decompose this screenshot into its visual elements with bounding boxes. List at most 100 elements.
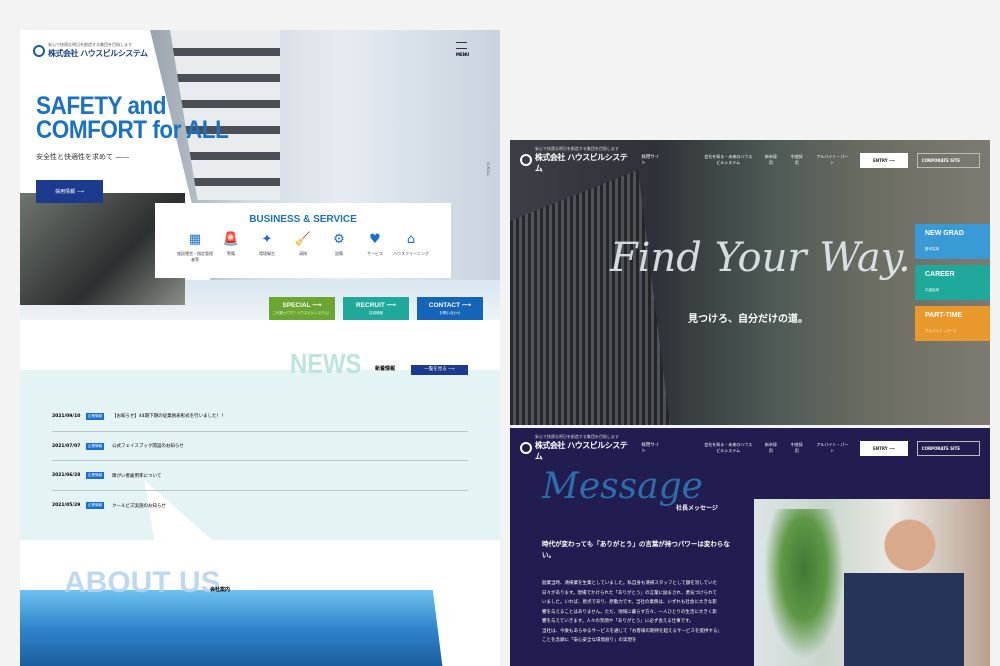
news-text[interactable]: 【お知らせ】44期下期の従業員表彰式を行いました！！ (112, 413, 226, 419)
business-item[interactable]: ✦ 環境衛生 (249, 232, 285, 263)
entry-button[interactable]: ENTRY ⟶ (860, 152, 908, 168)
business-item-label: 設備 (335, 251, 343, 256)
scroll-label[interactable]: SCROLL (486, 162, 490, 176)
menu-button[interactable]: MENU (456, 42, 469, 57)
recruit-site-hero-mockup: 安心で快適な明日を創造する集団を目指します 株式会社 ハウスビルシステム 採用サイ… (510, 140, 990, 425)
logo-mark-icon (520, 442, 532, 454)
recruit-info-button[interactable]: 採用情報 ⟶ (36, 180, 103, 203)
gear-icon: ⚙ (333, 232, 345, 247)
message-lead: 時代が変わっても「ありがとう」の言葉が持つパワーは変わらない。 (542, 540, 730, 559)
nav-career[interactable]: 中途採用 (789, 154, 805, 166)
news-text[interactable]: クールビズ実施のお知らせ (112, 503, 166, 509)
cta-sub: これ知ってた？ハウスビルシステム！ (272, 311, 332, 315)
business-item-label: 環境衛生 (259, 251, 275, 256)
corporate-site-button[interactable]: CORPORATE SITE (916, 440, 980, 456)
news-item[interactable]: 2021/09/10 企業情報 【お知らせ】44期下期の従業員表彰式を行いました！！ (52, 402, 468, 432)
logo-mark-icon (33, 44, 45, 57)
business-service-card: BUSINESS & SERVICE ▦ 施設運営・指定管理者等 🚨 警備 ✦ 環境衛生 🧹… (155, 203, 451, 278)
cta-title: CONTACT ⟶ (428, 302, 472, 309)
news-item[interactable]: 2021/06/28 企業情報 障がい者雇用率について (52, 461, 468, 492)
new-grad-button[interactable]: NEW GRAD 新卒採用 (915, 224, 990, 259)
nav-part-time[interactable]: アルバイト・パート (815, 442, 851, 454)
news-date: 2021/05/29 (52, 503, 81, 509)
hero-title-line1: SAFETY and (36, 92, 167, 120)
nav-new-grad[interactable]: 新卒採用 (763, 442, 779, 454)
building-icon: ▦ (188, 232, 202, 247)
part-time-button[interactable]: PART-TIME アルバイト・パート (915, 306, 990, 341)
news-text[interactable]: 障がい者雇用率について (112, 473, 161, 479)
ceo-photo (754, 499, 990, 666)
entry-button[interactable]: ENTRY ⟶ (860, 440, 908, 456)
side-button-title: PART-TIME (925, 312, 963, 319)
nav-about[interactable]: 会社を知る・未来のハウスビルシステム (704, 154, 753, 166)
house-icon: ⌂ (406, 232, 416, 247)
message-body: 創業当時、清掃業を生業としていました。私自身も清掃スタッフとして額を流していた日… (542, 581, 720, 643)
site-label: 採用サイト (641, 155, 660, 166)
business-title: BUSINESS & SERVICE (249, 214, 357, 225)
plant-image (764, 509, 844, 659)
about-subtitle: 会社案内 (210, 587, 231, 593)
hero-title: SAFETY and COMFORT for ALL (36, 92, 229, 143)
career-button[interactable]: CAREER 中途採用 (915, 265, 990, 300)
news-category-badge: 企業情報 (86, 442, 104, 450)
business-item[interactable]: 🧹 清掃 (285, 232, 321, 263)
company-logo[interactable]: 安心で快適な明日を創造する集団を目指します 株式会社 ハウスビルシステム (520, 146, 633, 174)
logo-name: 株式会社 ハウスビルシステム (534, 153, 628, 173)
side-button-sub: 中途採用 (925, 288, 939, 292)
news-category-badge: 企業情報 (86, 472, 104, 480)
alarm-light-icon: 🚨 (222, 232, 240, 247)
news-category-badge: 企業情報 (86, 502, 104, 510)
hero-headline: Find Your Way. (610, 235, 911, 281)
news-item[interactable]: 2021/05/29 企業情報 クールビズ実施のお知らせ (52, 491, 468, 521)
special-button[interactable]: SPECIAL ⟶ これ知ってた？ハウスビルシステム！ (269, 297, 335, 320)
nav-part-time[interactable]: アルバイト・パート (815, 154, 851, 166)
menu-label: MENU (456, 52, 470, 57)
hamburger-icon (456, 42, 467, 49)
hero-subheadline: 見つけろ、自分だけの道。 (688, 314, 808, 325)
building-photo (510, 170, 670, 425)
nav-career[interactable]: 中途採用 (789, 442, 805, 454)
business-item-label: ハウスクリーニング (393, 251, 429, 256)
hero-subtitle: 安全性と快適性を求めて —— (36, 153, 130, 161)
business-item[interactable]: ⚙ 設備 (321, 232, 357, 263)
site-label: 採用サイト (641, 443, 660, 454)
side-button-title: NEW GRAD (925, 230, 964, 237)
cta-title: SPECIAL ⟶ (282, 302, 322, 309)
business-item[interactable]: 🚨 警備 (213, 232, 249, 263)
business-item[interactable]: ♥ サービス (357, 232, 393, 263)
business-item-label: 清掃 (299, 251, 307, 256)
news-date: 2021/07/07 (52, 443, 81, 449)
side-button-title: CAREER (925, 271, 955, 278)
news-text[interactable]: 公式フェイスブック開設のお知らせ (112, 443, 184, 449)
recruit-button[interactable]: RECRUIT ⟶ 採用情報 (343, 297, 409, 320)
news-subtitle: 新着情報 (375, 366, 396, 372)
cta-sub: お問い合わせ (439, 311, 461, 315)
company-logo[interactable]: 安心で快適な明日を創造する集団を目指します 株式会社 ハウスビルシステム (33, 42, 148, 59)
about-title: ABOUT US (64, 566, 221, 599)
heart-hand-icon: ♥ (369, 232, 381, 247)
cta-sub: 採用情報 (369, 311, 383, 315)
business-item[interactable]: ▦ 施設運営・指定管理者等 (177, 232, 213, 263)
sparkle-icon: ✦ (261, 232, 273, 247)
business-item-label: 警備 (227, 251, 235, 256)
recruit-header: 安心で快適な明日を創造する集団を目指します 株式会社 ハウスビルシステム 採用サイ… (510, 140, 990, 180)
contact-button[interactable]: CONTACT ⟶ お問い合わせ (417, 297, 483, 320)
nav-about[interactable]: 会社を知る・未来のハウスビルシステム (704, 442, 753, 454)
nav-new-grad[interactable]: 新卒採用 (763, 154, 779, 166)
news-date: 2021/09/10 (52, 413, 81, 419)
logo-name: 株式会社 ハウスビルシステム (534, 441, 628, 461)
news-date: 2021/06/28 (52, 473, 81, 479)
ceo-figure (844, 511, 964, 666)
corporate-site-button[interactable]: CORPORATE SITE (916, 152, 980, 168)
logo-mark-icon (520, 154, 532, 166)
cta-title: RECRUIT ⟶ (355, 302, 396, 309)
news-item[interactable]: 2021/07/07 企業情報 公式フェイスブック開設のお知らせ (52, 432, 468, 462)
company-logo[interactable]: 安心で快適な明日を創造する集団を目指します 株式会社 ハウスビルシステム (520, 434, 633, 462)
broom-icon: 🧹 (294, 232, 312, 247)
side-button-sub: 新卒採用 (925, 247, 939, 251)
news-title: NEWS (290, 348, 362, 379)
business-item[interactable]: ⌂ ハウスクリーニング (393, 232, 429, 263)
news-category-badge: 企業情報 (86, 412, 104, 420)
news-view-all-button[interactable]: 一覧を見る ⟶ (411, 365, 468, 375)
business-item-label: 施設運営・指定管理者等 (177, 251, 213, 262)
